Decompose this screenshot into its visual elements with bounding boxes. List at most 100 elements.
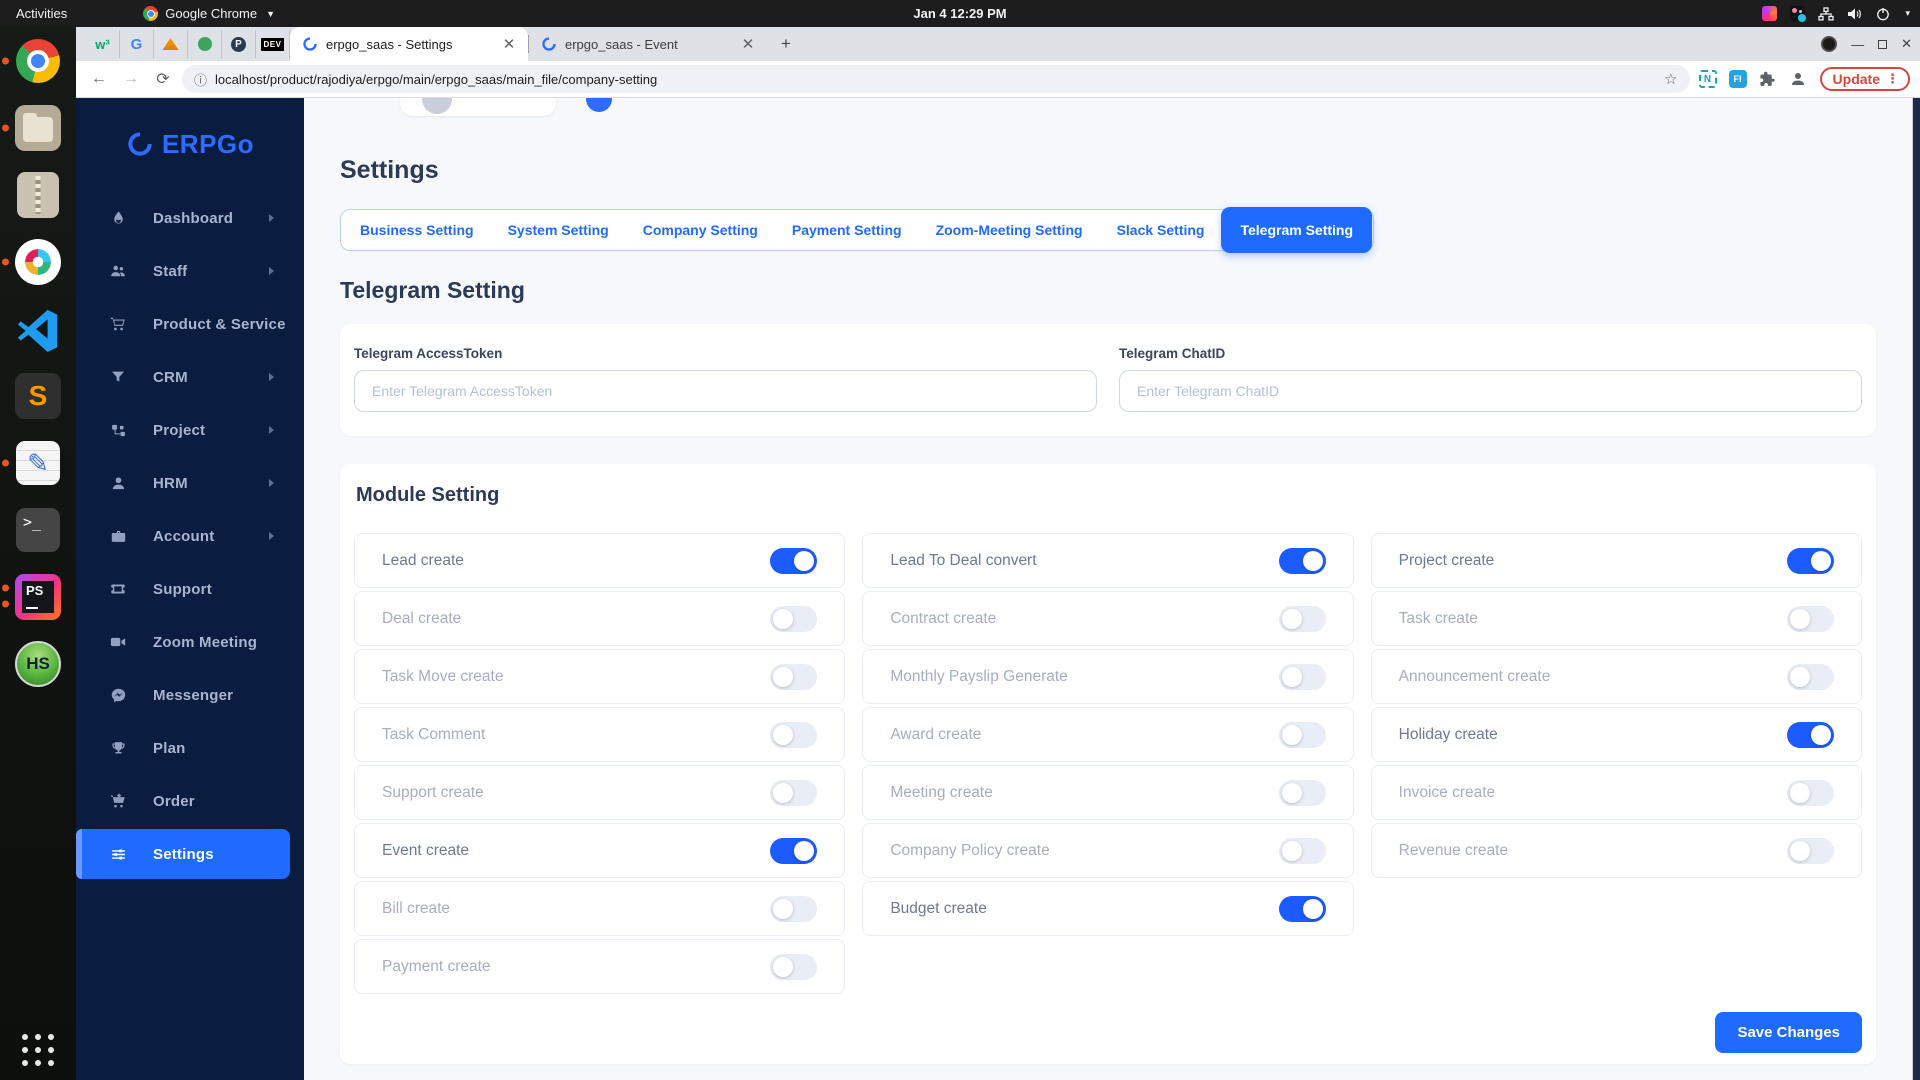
tab-company-setting[interactable]: Company Setting xyxy=(626,209,775,251)
tab-payment-setting[interactable]: Payment Setting xyxy=(775,209,919,251)
network-icon[interactable] xyxy=(1818,6,1835,21)
sidebar-item-project[interactable]: Project xyxy=(76,405,290,455)
close-tab-icon[interactable]: ✕ xyxy=(739,35,757,53)
tab-telegram-setting[interactable]: Telegram Setting xyxy=(1221,207,1373,253)
tab-zoom-meeting-setting[interactable]: Zoom-Meeting Setting xyxy=(919,209,1100,251)
toggle-contract-create[interactable] xyxy=(1278,605,1326,632)
tab-event[interactable]: erpgo_saas - Event ✕ xyxy=(529,27,767,61)
toggle-task-create[interactable] xyxy=(1786,605,1834,632)
toggle-event-create[interactable] xyxy=(770,837,818,864)
clock[interactable]: Jan 4 12:29 PM xyxy=(913,6,1006,21)
tab-settings[interactable]: erpgo_saas - Settings ✕ xyxy=(290,27,528,61)
pinned-tab-p-app[interactable]: P xyxy=(222,30,256,58)
pinned-tab-phpmyadmin[interactable] xyxy=(154,30,188,58)
toggle-task-comment[interactable] xyxy=(770,721,818,748)
minimize-button[interactable]: — xyxy=(1851,37,1864,52)
dock-sublime[interactable]: S xyxy=(14,372,62,420)
dock-chrome[interactable] xyxy=(2,37,62,85)
app-sidebar: ERPGo Dashboard Staff Product & Service … xyxy=(76,98,304,1080)
close-tab-icon[interactable]: ✕ xyxy=(500,35,518,53)
volume-icon[interactable] xyxy=(1847,7,1863,21)
module-setting-title: Module Setting xyxy=(356,484,500,506)
forward-button[interactable]: → xyxy=(118,66,144,92)
reload-button[interactable]: ⟳ xyxy=(150,66,176,92)
toggle-bill-create[interactable] xyxy=(770,895,818,922)
module-column-3: Project create Task create Announcement … xyxy=(1370,533,1862,878)
page-scrollbar[interactable] xyxy=(1912,98,1920,1080)
dock-text-editor[interactable]: ✎ xyxy=(2,439,62,487)
sidebar-item-crm[interactable]: CRM xyxy=(76,352,290,402)
extension-fi[interactable]: FI xyxy=(1726,67,1750,91)
sidebar-item-account[interactable]: Account xyxy=(76,511,290,561)
toggle-holiday-create[interactable] xyxy=(1786,721,1834,748)
power-icon[interactable] xyxy=(1876,7,1890,21)
tray-chevron-icon[interactable]: ▾ xyxy=(1905,8,1910,19)
profile-avatar-icon[interactable] xyxy=(1786,67,1810,91)
sidebar-item-zoom-meeting[interactable]: Zoom Meeting xyxy=(76,617,290,667)
dock-vscode[interactable] xyxy=(14,305,62,353)
save-changes-button[interactable]: Save Changes xyxy=(1715,1012,1862,1053)
toggle-monthly-payslip-generate[interactable] xyxy=(1278,663,1326,690)
dock-slack[interactable] xyxy=(2,238,62,286)
toggle-announcement-create[interactable] xyxy=(1786,663,1834,690)
extension-n[interactable]: N xyxy=(1696,67,1720,91)
screen: Activities Google Chrome ▼ Jan 4 12:29 P… xyxy=(0,0,1920,1080)
sidebar-item-product-service[interactable]: Product & Service xyxy=(76,299,290,349)
sidebar-item-staff[interactable]: Staff xyxy=(76,246,290,296)
telegram-access-token-input[interactable] xyxy=(354,370,1097,412)
tab-system-setting[interactable]: System Setting xyxy=(491,209,626,251)
dock-terminal[interactable]: >_ xyxy=(14,506,62,554)
sidebar-item-settings[interactable]: Settings xyxy=(76,829,290,879)
new-tab-button[interactable]: + xyxy=(773,31,799,57)
site-info-icon[interactable]: ⓘ xyxy=(194,70,207,89)
recording-indicator-icon[interactable] xyxy=(1821,36,1838,52)
bookmark-star-icon[interactable]: ☆ xyxy=(1664,70,1677,88)
sidebar-item-support[interactable]: Support xyxy=(76,564,290,614)
sidebar-item-order[interactable]: Order xyxy=(76,776,290,826)
dock-heidisql[interactable]: HS xyxy=(14,640,62,688)
extensions-puzzle-icon[interactable] xyxy=(1756,67,1780,91)
dock-archive-manager[interactable] xyxy=(14,171,62,219)
toggle-payment-create[interactable] xyxy=(770,953,818,980)
app-menu[interactable]: Google Chrome ▼ xyxy=(143,6,275,21)
sidebar-item-plan[interactable]: Plan xyxy=(76,723,290,773)
toggle-project-create[interactable] xyxy=(1786,547,1834,574)
url-text[interactable]: localhost/product/rajodiya/erpgo/main/er… xyxy=(215,72,1656,87)
toggle-invoice-create[interactable] xyxy=(1786,779,1834,806)
browser-menu-icon[interactable]: ⋮ xyxy=(1886,71,1899,87)
pinned-tab-green-app[interactable] xyxy=(188,30,222,58)
back-button[interactable]: ← xyxy=(86,66,112,92)
pinned-tab-google[interactable]: G xyxy=(120,30,154,58)
toggle-support-create[interactable] xyxy=(770,779,818,806)
toggle-company-policy-create[interactable] xyxy=(1278,837,1326,864)
toggle-budget-create[interactable] xyxy=(1278,895,1326,922)
tab-slack-setting[interactable]: Slack Setting xyxy=(1100,209,1222,251)
toggle-lead-create[interactable] xyxy=(770,547,818,574)
chevron-right-icon xyxy=(269,373,274,381)
maximize-button[interactable] xyxy=(1878,39,1888,49)
sidebar-item-messenger[interactable]: Messenger xyxy=(76,670,290,720)
module-grid: Lead create Deal create Task Move create… xyxy=(354,533,1862,994)
toggle-task-move-create[interactable] xyxy=(770,663,818,690)
erpgo-brand[interactable]: ERPGo xyxy=(76,98,304,190)
dock-files[interactable] xyxy=(2,104,62,152)
slack-indicator-icon[interactable] xyxy=(1790,6,1807,22)
address-bar[interactable]: ⓘ localhost/product/rajodiya/erpgo/main/… xyxy=(182,65,1690,93)
telegram-chat-id-input[interactable] xyxy=(1119,370,1862,412)
pinned-tab-w3schools[interactable]: w³ xyxy=(86,30,120,58)
sidebar-item-dashboard[interactable]: Dashboard xyxy=(76,193,290,243)
toggle-revenue-create[interactable] xyxy=(1786,837,1834,864)
toggle-deal-create[interactable] xyxy=(770,605,818,632)
activities-button[interactable]: Activities xyxy=(0,0,83,27)
show-applications-button[interactable] xyxy=(22,1034,54,1066)
toggle-meeting-create[interactable] xyxy=(1278,779,1326,806)
app-indicator-icon[interactable] xyxy=(1762,6,1778,21)
update-chrome-button[interactable]: Update ⋮ xyxy=(1819,67,1910,91)
pinned-tab-devto[interactable]: DEV xyxy=(256,30,290,58)
toggle-lead-to-deal-convert[interactable] xyxy=(1278,547,1326,574)
tab-business-setting[interactable]: Business Setting xyxy=(343,209,491,251)
dock-phpstorm[interactable]: PS xyxy=(2,573,62,621)
close-window-button[interactable]: ✕ xyxy=(1901,36,1912,52)
toggle-award-create[interactable] xyxy=(1278,721,1326,748)
sidebar-item-hrm[interactable]: HRM xyxy=(76,458,290,508)
